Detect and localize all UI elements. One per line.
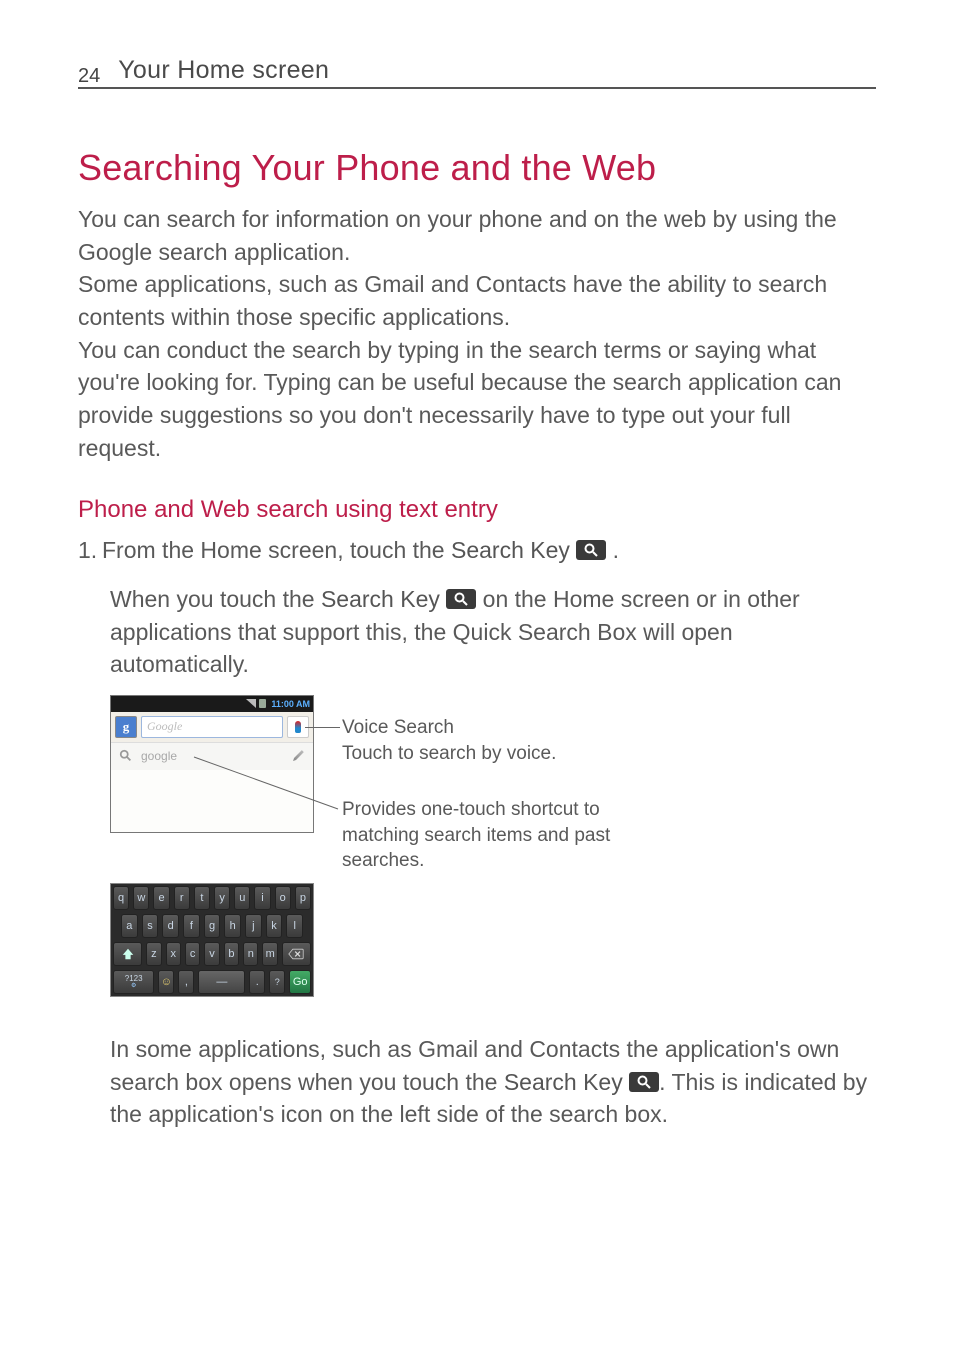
search-input[interactable]: Google (141, 716, 283, 738)
key-p[interactable]: p (295, 886, 311, 910)
go-key[interactable]: Go (289, 970, 311, 994)
key-g[interactable]: g (204, 914, 221, 938)
step-1-bold: Search Key (451, 537, 570, 563)
microphone-icon (295, 721, 301, 733)
figure: 11:00 AM g Google google qwertyuiop asdf… (110, 695, 876, 1015)
key-j[interactable]: j (245, 914, 262, 938)
after-figure-paragraph: In some applications, such as Gmail and … (110, 1033, 876, 1131)
status-time: 11:00 AM (271, 699, 310, 709)
key-h[interactable]: h (224, 914, 241, 938)
heading-1: Searching Your Phone and the Web (78, 147, 876, 189)
symbols-key[interactable]: ?123⚙ (113, 970, 154, 994)
callout-line (194, 757, 344, 817)
key-r[interactable]: r (174, 886, 190, 910)
key-q[interactable]: q (113, 886, 129, 910)
callout-voice-title: Voice Search (342, 715, 556, 741)
on-screen-keyboard: qwertyuiop asdfghjkl zxcvbnm ?123⚙ ☺ , ―… (110, 883, 314, 997)
page-header: 24 Your Home screen (78, 56, 876, 89)
step-1-detail: When you touch the Search Key on the Hom… (110, 583, 876, 681)
heading-2: Phone and Web search using text entry (78, 496, 876, 524)
space-key[interactable]: ― (198, 970, 245, 994)
search-key-icon (576, 540, 606, 560)
comma-key[interactable]: , (178, 970, 194, 994)
intro-paragraph-1: You can search for information on your p… (78, 203, 876, 268)
callout-voice-sub: Touch to search by voice. (342, 741, 556, 767)
key-b[interactable]: b (224, 942, 239, 966)
battery-icon (259, 699, 266, 708)
backspace-key[interactable] (282, 942, 311, 966)
step-1: 1.From the Home screen, touch the Search… (78, 534, 876, 567)
key-u[interactable]: u (234, 886, 250, 910)
key-o[interactable]: o (275, 886, 291, 910)
status-bar: 11:00 AM (111, 696, 313, 712)
intro-paragraph-2: Some applications, such as Gmail and Con… (78, 268, 876, 333)
intro-paragraph-3: You can conduct the search by typing in … (78, 334, 876, 465)
key-k[interactable]: k (266, 914, 283, 938)
period-key[interactable]: . (249, 970, 265, 994)
shift-key[interactable] (113, 942, 142, 966)
key-d[interactable]: d (162, 914, 179, 938)
key-z[interactable]: z (146, 942, 161, 966)
search-icon (119, 749, 133, 763)
key-a[interactable]: a (121, 914, 138, 938)
search-key-icon (446, 589, 476, 609)
quick-search-box: g Google (111, 712, 313, 742)
key-n[interactable]: n (243, 942, 258, 966)
page-number: 24 (78, 65, 100, 88)
detail-bold: Search Key (321, 586, 440, 612)
callout-voice-search: Voice Search Touch to search by voice. (342, 715, 556, 766)
key-y[interactable]: y (214, 886, 230, 910)
key-l[interactable]: l (286, 914, 303, 938)
key-w[interactable]: w (133, 886, 149, 910)
section-title: Your Home screen (118, 56, 329, 85)
key-x[interactable]: x (166, 942, 181, 966)
callout-line (305, 727, 340, 728)
key-i[interactable]: i (254, 886, 270, 910)
callout-shortcut-text: Provides one-touch shortcut to matching … (342, 797, 662, 874)
google-g-icon[interactable]: g (115, 716, 137, 738)
key-t[interactable]: t (194, 886, 210, 910)
step-1-text-c: . (606, 537, 619, 563)
callout-shortcut: Provides one-touch shortcut to matching … (342, 797, 662, 874)
step-number: 1. (78, 534, 102, 567)
search-key-icon (629, 1072, 659, 1092)
signal-icon (246, 699, 256, 708)
key-f[interactable]: f (183, 914, 200, 938)
key-m[interactable]: m (262, 942, 277, 966)
key-e[interactable]: e (153, 886, 169, 910)
detail-a: When you touch the (110, 586, 321, 612)
after-bold: Search Key (504, 1069, 623, 1095)
key-c[interactable]: c (185, 942, 200, 966)
key-v[interactable]: v (204, 942, 219, 966)
key-s[interactable]: s (142, 914, 159, 938)
question-key[interactable]: ? (269, 970, 285, 994)
step-1-text-a: From the Home screen, touch the (102, 537, 451, 563)
emoji-key[interactable]: ☺ (158, 970, 174, 994)
